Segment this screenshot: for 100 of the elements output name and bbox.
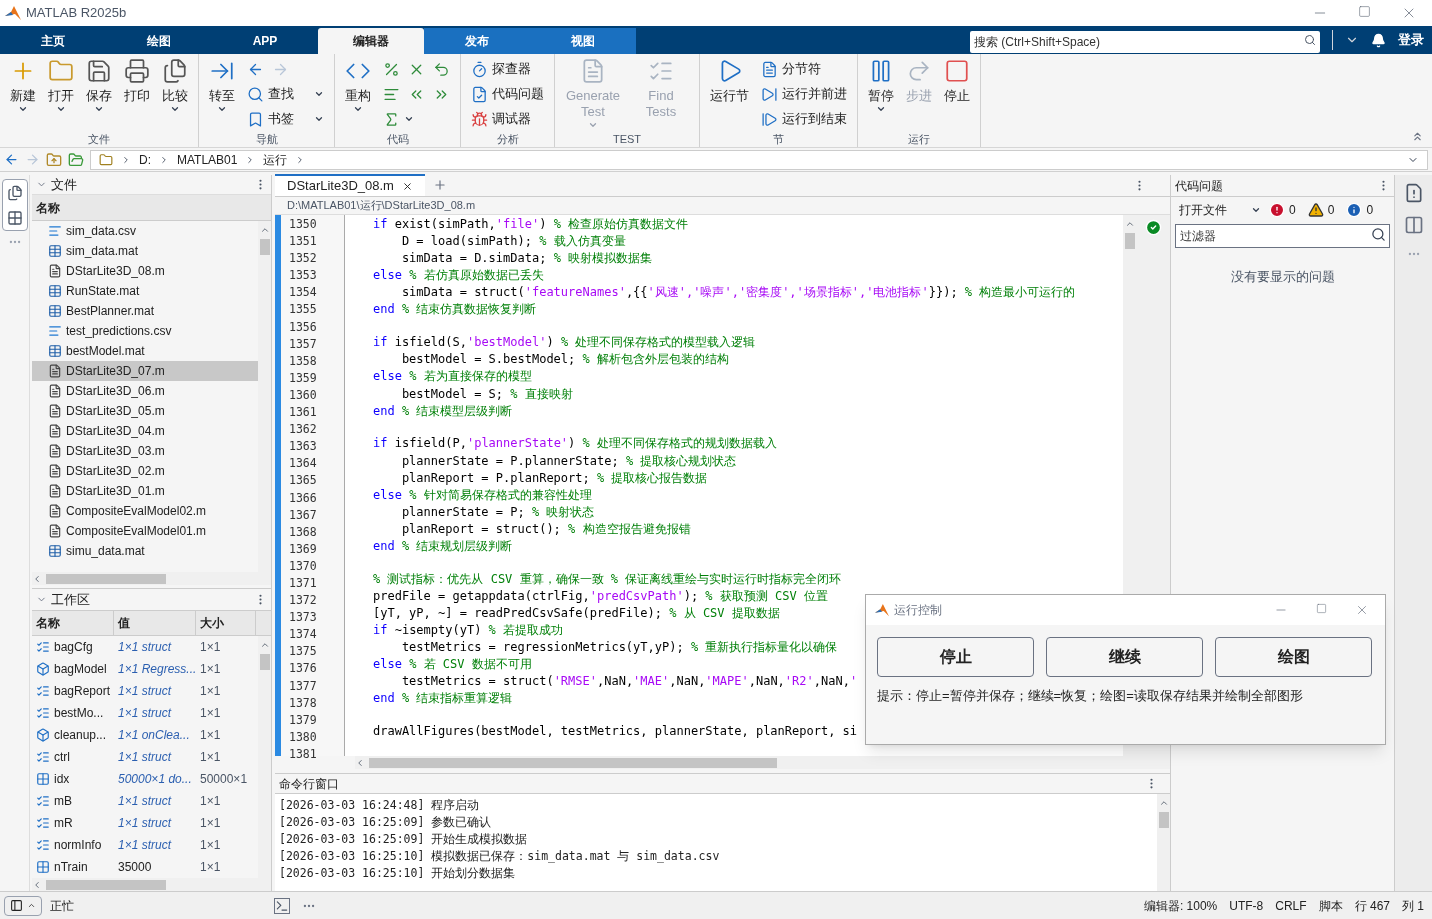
toolbar-button[interactable]: 代码问题 [469,83,546,105]
scroll-up-icon[interactable] [1158,798,1169,808]
ribbon-tab[interactable]: 视图 [530,28,636,54]
scope-dropdown[interactable]: 打开文件 [1179,201,1261,219]
variable-row[interactable]: bagReport 1×1 struct 1×1 [32,680,258,702]
variable-row[interactable]: mB 1×1 struct 1×1 [32,790,258,812]
file-item[interactable]: sim_data.mat [32,241,258,261]
scroll-left-icon[interactable] [355,757,365,768]
toolbar-button[interactable]: 运行并前进 [759,83,849,105]
path-field[interactable]: D: MATLAB01 运行 [90,149,1428,170]
scroll-up-icon[interactable] [259,225,270,235]
toolbar-button[interactable]: 转至 [203,54,241,130]
folder-browse-icon[interactable] [68,151,84,168]
file-item[interactable]: simu_data.mat [32,541,258,561]
scroll-left-icon[interactable] [32,879,42,890]
scrollbar-thumb[interactable] [1124,233,1135,249]
scrollbar[interactable] [1157,794,1170,891]
scrollbar-thumb[interactable] [259,654,270,670]
login-link[interactable]: 登录 [1398,30,1424,50]
variable-row[interactable]: bagModel 1×1 Regress... 1×1 [32,658,258,680]
dialog-button[interactable]: 继续 [1046,637,1203,677]
variable-row[interactable]: idx 50000×1 do... 50000×1 [32,768,258,790]
column-header[interactable]: 名称 [32,195,271,221]
file-item[interactable]: DStarLite3D_01.m [32,481,258,501]
scroll-left-icon[interactable] [32,573,42,584]
variable-row[interactable]: ctrl 1×1 struct 1×1 [32,746,258,768]
search-field[interactable]: 搜索 (Ctrl+Shift+Space) [970,31,1320,53]
panel-switcher[interactable] [1,179,28,231]
variable-row[interactable]: nTrain 35000 1×1 [32,856,258,878]
scrollbar[interactable] [32,878,271,891]
variable-row[interactable]: normInfo 1×1 struct 1×1 [32,834,258,856]
toolbar-button[interactable]: 停止 [938,54,976,130]
ribbon-tab[interactable]: 绘图 [106,28,212,54]
folder-up-icon[interactable] [46,151,62,168]
path-segment[interactable]: D: [139,150,151,169]
toolbar-button[interactable]: 比较 [156,54,194,130]
toolbar-button[interactable]: 打开 [42,54,80,130]
dialog-button[interactable]: 停止 [877,637,1034,677]
scroll-up-icon[interactable] [1124,219,1135,229]
editor-tab[interactable]: DStarLite3D_08.m [275,174,425,196]
toolbar-button[interactable]: 探查器 [469,58,533,80]
toolbar-button[interactable]: 重构 [339,54,377,130]
toolbar-button[interactable]: 打印 [118,54,156,130]
scroll-up-icon[interactable] [259,640,270,650]
ribbon-tab[interactable]: 编辑器 [318,28,424,54]
file-item[interactable]: DStarLite3D_04.m [32,421,258,441]
scrollbar-thumb[interactable] [1158,812,1169,828]
column-header[interactable]: 大小 [196,611,256,635]
bell-icon[interactable] [1371,32,1386,48]
columns-icon[interactable] [1403,215,1424,235]
file-item[interactable]: CompositeEvalModel02.m [32,501,258,521]
ribbon-tab[interactable]: 主页 [0,28,106,54]
file-item[interactable]: DStarLite3D_05.m [32,401,258,421]
toolbar-button[interactable]: 书签 [245,108,326,130]
toolbar-button[interactable]: 运行到结束 [759,108,849,130]
layout-button[interactable] [4,895,42,916]
terminal-icon[interactable] [274,897,290,914]
file-item[interactable]: CompositeEvalModel01.m [32,521,258,541]
file-item[interactable]: sim_data.csv [32,221,258,241]
maximize-icon[interactable] [1358,5,1371,18]
close-icon[interactable] [401,180,413,192]
file-item[interactable]: DStarLite3D_08.m [32,261,258,281]
scrollbar[interactable] [258,636,271,878]
variable-row[interactable]: bagCfg 1×1 struct 1×1 [32,636,258,658]
toolbar-button[interactable]: 保存 [80,54,118,130]
ribbon-tab[interactable]: 发布 [424,28,530,54]
scrollbar-thumb[interactable] [46,573,166,584]
scrollbar-thumb[interactable] [259,239,270,255]
toolbar-button[interactable]: 新建 [4,54,42,130]
file-item[interactable]: RunState.mat [32,281,258,301]
maximize-icon[interactable] [1316,603,1327,614]
file-item[interactable]: DStarLite3D_02.m [32,461,258,481]
variable-row[interactable]: mR 1×1 struct 1×1 [32,812,258,834]
scrollbar-thumb[interactable] [369,757,777,768]
ribbon-tab[interactable]: APP [212,28,318,54]
toolbar-button[interactable]: 暂停 [862,54,900,130]
add-tab-icon[interactable] [432,178,447,192]
scrollbar[interactable] [355,756,1170,769]
toolbar-button[interactable]: 查找 [245,83,326,105]
path-segment[interactable]: 运行 [263,150,288,169]
filter-field[interactable]: 过滤器 [1175,224,1390,248]
toolbar-button[interactable]: 运行节 [704,54,755,130]
variable-row[interactable]: bestMo... 1×1 struct 1×1 [32,702,258,724]
file-item[interactable]: BestPlanner.mat [32,301,258,321]
column-header[interactable]: 值 [114,611,196,635]
file-item[interactable]: DStarLite3D_06.m [32,381,258,401]
file-item[interactable]: test_predictions.csv [32,321,258,341]
path-segment[interactable]: MATLAB01 [177,150,238,169]
file-item[interactable]: DStarLite3D_03.m [32,441,258,461]
variable-row[interactable]: cleanup... 1×1 onClea... 1×1 [32,724,258,746]
file-item[interactable]: bestModel.mat [32,341,258,361]
dialog-button[interactable]: 绘图 [1215,637,1372,677]
toolbar-button[interactable]: 调试器 [469,108,533,130]
column-header[interactable]: 名称 [32,611,114,635]
scrollbar[interactable] [32,572,271,585]
scrollbar-thumb[interactable] [46,879,166,890]
toolbar-button[interactable]: 分节符 [759,58,823,80]
file-item[interactable]: DStarLite3D_07.m [32,361,258,381]
collapse-icon[interactable] [1411,130,1424,143]
scrollbar[interactable] [258,221,271,572]
